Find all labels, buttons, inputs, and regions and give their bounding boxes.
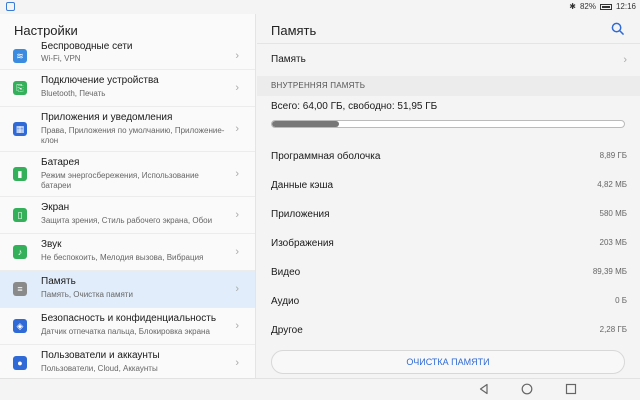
settings-item-sound[interactable]: ♪ Звук Не беспокоить, Мелодия вызова, Ви… (0, 234, 255, 271)
search-icon[interactable] (611, 22, 624, 35)
settings-item-users[interactable]: ● Пользователи и аккаунты Пользователи, … (0, 345, 255, 378)
storage-category-row[interactable]: Видео 89,39 МБ (271, 267, 627, 278)
notification-icon (6, 2, 15, 11)
divider (257, 43, 640, 44)
settings-item-title: Подключение устройства (41, 75, 159, 86)
storage-category-row[interactable]: Другое 2,28 ГБ (271, 325, 627, 336)
settings-item-apps[interactable]: ▦ Приложения и уведомления Права, Прилож… (0, 107, 255, 152)
chevron-right-icon: › (235, 50, 239, 62)
shield-icon: ◈ (13, 319, 27, 333)
settings-item-device-connection[interactable]: ⎘ Подключение устройства Bluetooth, Печа… (0, 70, 255, 107)
storage-category-label: Другое (271, 325, 303, 336)
display-icon: ▯ (13, 208, 27, 222)
settings-item-display[interactable]: ▯ Экран Защита зрения, Стиль рабочего эк… (0, 197, 255, 234)
bluetooth-icon: ✱ (569, 2, 576, 11)
settings-title: Настройки (14, 23, 78, 38)
battery-status-icon (599, 3, 612, 10)
storage-category-label: Данные кэша (271, 180, 334, 191)
chevron-right-icon: › (235, 82, 239, 94)
status-bar: ✱ 82% 12:16 (0, 0, 640, 14)
storage-category-row[interactable]: Приложения 580 МБ (271, 209, 627, 220)
status-right: ✱ 82% 12:16 (569, 2, 636, 11)
storage-category-label: Изображения (271, 238, 334, 249)
navigation-bar (0, 378, 640, 400)
storage-category-value: 203 МБ (599, 238, 627, 247)
settings-item-subtitle: Wi-Fi, VPN (41, 54, 81, 63)
storage-category-value: 89,39 МБ (592, 267, 627, 276)
settings-item-security[interactable]: ◈ Безопасность и конфиденциальность Датч… (0, 308, 255, 345)
storage-category-label: Программная оболочка (271, 151, 381, 162)
settings-list: ≋ Беспроводные сети Wi-Fi, VPN › ⎘ Подкл… (0, 41, 255, 378)
settings-item-subtitle: Не беспокоить, Мелодия вызова, Вибрация (41, 253, 204, 262)
settings-item-subtitle: Датчик отпечатка пальца, Блокировка экра… (41, 327, 210, 336)
chevron-right-icon: › (235, 283, 239, 295)
internal-storage-header: ВНУТРЕННЯЯ ПАМЯТЬ (257, 76, 640, 96)
chevron-right-icon: › (235, 320, 239, 332)
settings-list-pane: Настройки ≋ Беспроводные сети Wi-Fi, VPN… (0, 14, 256, 378)
settings-item-subtitle: Защита зрения, Стиль рабочего экрана, Об… (41, 216, 213, 225)
page-title: Память (271, 23, 317, 38)
storage-link-label: Память (271, 54, 306, 65)
device-connection-icon: ⎘ (13, 81, 27, 95)
apps-icon: ▦ (13, 122, 27, 136)
storage-usage-fill (272, 121, 339, 127)
storage-category-value: 2,28 ГБ (599, 325, 627, 334)
battery-percent: 82% (579, 2, 596, 11)
battery-icon: ▮ (13, 167, 27, 181)
chevron-right-icon: › (235, 357, 239, 369)
storage-category-label: Видео (271, 267, 301, 278)
settings-item-title: Безопасность и конфиденциальность (41, 313, 217, 324)
storage-category-value: 0 Б (615, 296, 627, 305)
settings-item-subtitle: Права, Приложения по умолчанию, Приложен… (41, 126, 225, 145)
settings-item-title: Звук (41, 239, 62, 250)
settings-item-battery[interactable]: ▮ Батарея Режим энергосбережения, Исполь… (0, 152, 255, 197)
storage-total-text: Всего: 64,00 ГБ, свободно: 51,95 ГБ (271, 101, 438, 112)
chevron-right-icon: › (235, 168, 239, 180)
settings-item-title: Память (41, 276, 76, 287)
chevron-right-icon: › (235, 209, 239, 221)
settings-item-title: Экран (41, 202, 70, 213)
storage-category-label: Аудио (271, 296, 300, 307)
settings-item-title: Пользователи и аккаунты (41, 350, 160, 361)
settings-item-wireless[interactable]: ≋ Беспроводные сети Wi-Fi, VPN › (0, 41, 255, 70)
settings-item-title: Приложения и уведомления (41, 112, 173, 123)
home-icon[interactable] (521, 383, 533, 395)
sound-icon: ♪ (13, 245, 27, 259)
recent-apps-icon[interactable] (565, 383, 577, 395)
settings-item-storage[interactable]: ≡ Память Память, Очистка памяти › (0, 271, 255, 308)
storage-category-label: Приложения (271, 209, 330, 220)
chevron-right-icon: › (623, 54, 627, 66)
back-icon[interactable] (478, 383, 490, 395)
wifi-icon: ≋ (13, 49, 27, 63)
settings-item-subtitle: Память, Очистка памяти (41, 290, 133, 299)
chevron-right-icon: › (235, 123, 239, 135)
user-icon: ● (13, 356, 27, 370)
storage-category-row[interactable]: Данные кэша 4,82 МБ (271, 180, 627, 191)
storage-category-value: 8,89 ГБ (599, 151, 627, 160)
clock: 12:16 (615, 2, 636, 11)
storage-category-row[interactable]: Изображения 203 МБ (271, 238, 627, 249)
settings-item-subtitle: Пользователи, Cloud, Аккаунты (41, 364, 158, 373)
storage-category-value: 580 МБ (599, 209, 627, 218)
settings-item-subtitle: Bluetooth, Печать (41, 89, 106, 98)
storage-usage-bar (271, 120, 625, 128)
clear-storage-button[interactable]: ОЧИСТКА ПАМЯТИ (271, 350, 625, 374)
storage-category-row[interactable]: Аудио 0 Б (271, 296, 627, 307)
storage-category-value: 4,82 МБ (597, 180, 627, 189)
settings-item-title: Беспроводные сети (41, 41, 133, 52)
storage-icon: ≡ (13, 282, 27, 296)
settings-item-subtitle: Режим энергосбережения, Использование ба… (41, 171, 199, 190)
storage-detail-pane: Память Память › ВНУТРЕННЯЯ ПАМЯТЬ Всего:… (257, 14, 640, 378)
chevron-right-icon: › (235, 246, 239, 258)
storage-link-row[interactable]: Память › (271, 54, 627, 66)
storage-category-row[interactable]: Программная оболочка 8,89 ГБ (271, 151, 627, 162)
settings-item-title: Батарея (41, 157, 80, 168)
